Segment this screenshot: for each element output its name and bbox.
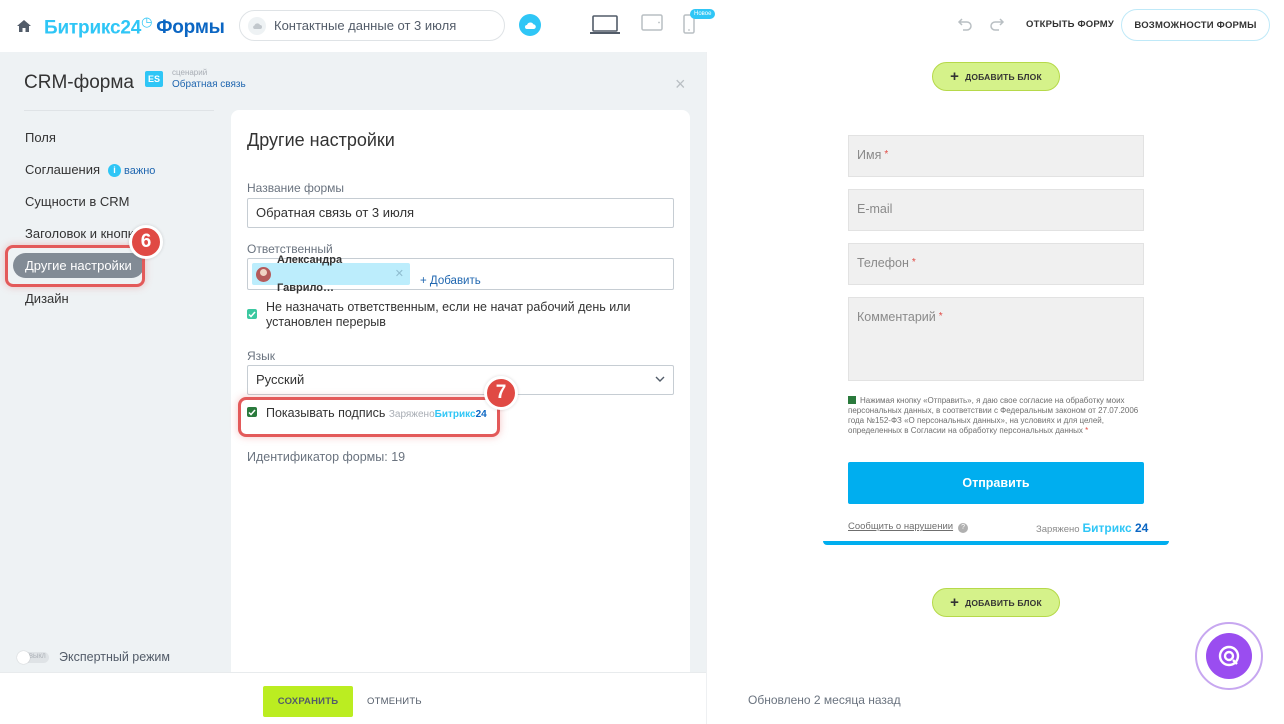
nav-item-fields[interactable]: Поля [25,130,56,145]
brand-logo: Битрикс 24 [1083,521,1149,535]
nav-item-crm-entities[interactable]: Сущности в CRM [25,194,129,209]
remove-icon[interactable]: ✕ [395,260,404,288]
field-label: Телефон [857,256,909,270]
consent-text: Нажимая кнопку «Отправить», я даю свое с… [848,396,1144,436]
cloud-save-icon[interactable] [519,14,541,36]
open-form-link[interactable]: ОТКРЫТЬ ФОРМУ [1026,19,1114,30]
cancel-button[interactable]: ОТМЕНИТЬ [367,696,422,707]
form-name-label: Название формы [247,181,345,195]
section-title: Другие настройки [247,130,395,150]
plus-icon: + [950,594,960,611]
form-title-field[interactable]: Контактные данные от 3 июля [239,10,505,41]
highlight-frame [238,397,500,437]
required-mark: * [1085,426,1089,435]
add-block-button[interactable]: + ДОБАВИТЬ БЛОК [932,588,1060,617]
tablet-icon[interactable] [641,14,663,32]
app-logo[interactable]: Битрикс24◷ Формы [44,14,225,39]
important-badge: важно [124,165,156,177]
user-name: Александра Гаврило… [277,254,343,294]
add-responsible-link[interactable]: + Добавить [420,267,481,295]
consent-label: Нажимая кнопку «Отправить», я даю свое с… [848,396,1139,435]
nav-item-label: Заголовок и кнопка [25,226,141,241]
avatar [256,266,271,282]
form-name-input[interactable]: Обратная связь от 3 июля [247,198,674,228]
brand-text: Битрикс [1082,521,1132,535]
nav-item-label: Дизайн [25,291,69,306]
required-mark: * [884,149,889,160]
add-block-label: ДОБАВИТЬ БЛОК [965,597,1042,608]
no-assign-checkbox[interactable] [247,309,257,319]
divider [24,110,214,111]
no-assign-label: Не назначать ответственным, если не нача… [266,300,631,329]
report-abuse-link[interactable]: Сообщить о нарушении? [848,521,969,533]
laptop-icon[interactable] [589,14,621,36]
responsible-field[interactable]: Александра Гаврило… ✕ + Добавить [247,254,674,294]
undo-icon[interactable] [957,17,973,31]
plus-icon: + [950,68,960,85]
expert-mode[interactable]: ВЫКЛ Экспертный режим [17,650,170,664]
chevron-down-icon [655,376,665,382]
comment-field[interactable]: Комментарий * [848,297,1144,381]
charged-by: Заряжено Битрикс 24 [1036,521,1148,535]
assistant-icon [1206,633,1252,679]
field-label: E-mail [857,202,893,216]
submit-button[interactable]: Отправить [848,462,1144,504]
form-id: Идентификатор формы: 19 [247,450,406,464]
updated-status: Обновлено 2 месяца назад [748,693,901,707]
language-label: Язык [247,349,276,363]
name-field[interactable]: Имя * [848,135,1144,177]
top-bar: Битрикс24◷ Формы Контактные данные от 3 и… [0,0,1284,52]
charged-by-text: Заряжено [1036,524,1080,535]
nav-item-label: Сущности в CRM [25,194,130,209]
close-icon[interactable]: × [675,74,686,95]
logo-section: Формы [156,17,225,39]
logo-brand: Битрикс24 [44,17,142,39]
form-features-button[interactable]: ВОЗМОЖНОСТИ ФОРМЫ [1121,9,1270,41]
required-mark: * [911,257,916,268]
field-label: Имя [857,148,882,162]
info-icon: i [108,164,122,177]
add-block-button[interactable]: + ДОБАВИТЬ БЛОК [932,62,1060,91]
nav-item-design[interactable]: Дизайн [25,291,69,306]
email-field[interactable]: E-mail [848,189,1144,231]
save-button[interactable]: СОХРАНИТЬ [263,686,353,717]
question-icon[interactable]: ? [958,523,969,533]
other-settings-card: Другие настройки Название формы Обратная… [231,110,690,672]
step-badge-7: 7 [484,376,518,410]
bottom-bar: СОХРАНИТЬ ОТМЕНИТЬ [0,672,706,724]
home-icon[interactable] [16,18,32,34]
scenario-label: сценарий [172,68,208,77]
nav-item-agreements[interactable]: Соглашения i важно [25,162,155,177]
nav-item-header-button[interactable]: Заголовок и кнопка [25,226,141,241]
form-title-text: Контактные данные от 3 июля [274,18,457,33]
required-mark: * [938,311,943,322]
brand-number: 24 [1134,521,1149,535]
scenario-link[interactable]: Обратная связь [172,79,246,90]
expert-mode-toggle[interactable]: ВЫКЛ [17,650,49,664]
expert-mode-label: Экспертный режим [59,650,171,664]
step-badge-6: 6 [129,225,163,259]
add-block-label: ДОБАВИТЬ БЛОК [965,71,1042,82]
assistant-button[interactable] [1195,622,1263,690]
report-label: Сообщить о нарушении [848,521,954,532]
redo-icon[interactable] [989,17,1005,31]
consent-checkbox[interactable] [848,396,856,404]
phone-field[interactable]: Телефон * [848,243,1144,285]
nav-item-label: Соглашения [25,162,101,177]
logo-clock-icon: ◷ [141,14,153,29]
panel-title: CRM-форма [24,72,134,93]
cloud-small-icon [248,16,266,35]
new-badge: Новое [690,9,716,19]
field-label: Комментарий [857,310,936,324]
form-preview: + ДОБАВИТЬ БЛОК Имя * E-mail Телефон * Комм… [706,52,1284,724]
user-tag[interactable]: Александра Гаврило… ✕ [252,254,410,294]
highlight-frame [5,245,145,287]
language-value: Русский [256,372,305,387]
nav-item-label: Поля [25,130,56,145]
scenario-icon: ES [145,71,163,87]
form-bottom-border [823,541,1169,545]
language-select[interactable]: Русский [247,365,674,395]
